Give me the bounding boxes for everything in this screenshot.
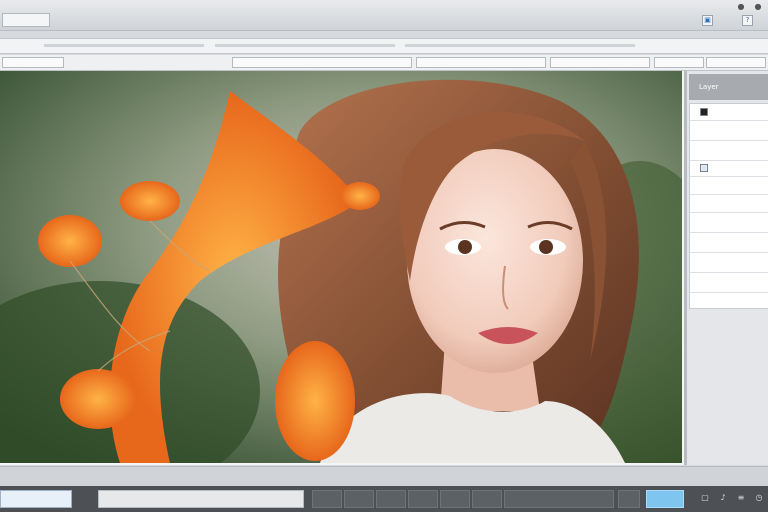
panel-row[interactable]	[690, 104, 768, 121]
taskbar-app[interactable]	[312, 490, 342, 508]
close-icon[interactable]: ●	[754, 3, 762, 11]
minimize-icon[interactable]: ●	[737, 3, 745, 11]
taskbar: ▢ ♪ ≡ ◷	[0, 486, 768, 512]
menu-divider	[215, 44, 395, 47]
menu-bar	[0, 38, 768, 54]
menu-divider	[405, 44, 635, 47]
taskbar-app[interactable]	[376, 490, 406, 508]
panel-row[interactable]	[690, 124, 768, 141]
volume-icon[interactable]: ♪	[718, 493, 728, 503]
layers-panel: Layer	[686, 71, 768, 465]
canvas-frame	[0, 71, 686, 465]
taskbar-app[interactable]	[440, 490, 470, 508]
tool-preset-field[interactable]	[2, 57, 64, 68]
panel-row[interactable]	[690, 160, 768, 177]
clock-icon[interactable]: ◷	[754, 493, 764, 503]
panel-row[interactable]	[690, 196, 768, 213]
options-bar	[0, 55, 768, 71]
window-icon[interactable]: ▣	[702, 15, 713, 26]
taskbar-app[interactable]	[408, 490, 438, 508]
taskbar-search[interactable]	[98, 490, 304, 508]
start-button[interactable]	[0, 490, 72, 508]
canvas-image[interactable]	[0, 71, 682, 463]
taskbar-app[interactable]	[504, 490, 614, 508]
status-bar	[0, 466, 768, 487]
panel-title: Layer	[689, 74, 768, 100]
panel-row[interactable]	[690, 276, 768, 293]
options-field[interactable]	[550, 57, 650, 68]
panel-row[interactable]	[690, 216, 768, 233]
right-iris	[539, 240, 553, 254]
network-icon[interactable]: ≡	[736, 493, 746, 503]
title-bar: ● ● ▣ ?	[0, 0, 768, 31]
layer-icon	[700, 164, 708, 172]
taskbar-app[interactable]	[344, 490, 374, 508]
taskbar-app[interactable]	[618, 490, 640, 508]
notification-icon[interactable]: ▢	[700, 493, 710, 503]
options-field[interactable]	[416, 57, 546, 68]
left-iris	[458, 240, 472, 254]
options-field[interactable]	[706, 57, 766, 68]
panel-row[interactable]	[690, 178, 768, 195]
options-field[interactable]	[232, 57, 412, 68]
panel-row[interactable]	[690, 236, 768, 253]
taskbar-app[interactable]	[472, 490, 502, 508]
help-icon[interactable]: ?	[742, 15, 753, 26]
menu-divider	[44, 44, 204, 47]
panel-body	[689, 103, 768, 309]
panel-row[interactable]	[690, 256, 768, 273]
panel-row[interactable]	[690, 144, 768, 161]
options-field[interactable]	[654, 57, 704, 68]
tray-button[interactable]	[646, 490, 684, 508]
document-tab[interactable]	[2, 13, 50, 27]
layer-icon	[700, 108, 708, 116]
